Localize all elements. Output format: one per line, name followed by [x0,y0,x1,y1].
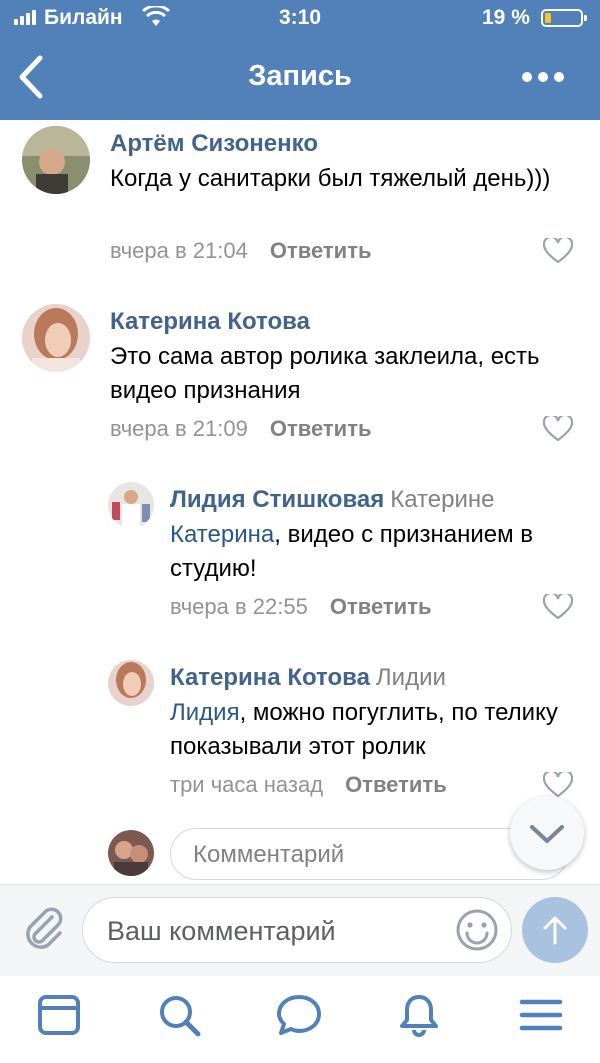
avatar[interactable] [108,660,154,706]
comment-text: Когда у санитарки был тяжелый день))) [110,165,551,192]
battery-percent: 19 % [482,6,530,29]
reply-to-label[interactable]: Лидии [376,664,446,691]
comment-time: вчера в 21:04 [110,238,248,263]
heart-icon[interactable] [543,416,573,442]
status-bar: Билайн 3:10 19 % [0,0,600,38]
reply-button[interactable]: Ответить [330,594,432,619]
my-avatar [108,830,154,876]
avatar[interactable] [108,482,154,528]
header: Билайн 3:10 19 % Запись [0,0,600,120]
comment-input-placeholder: Ваш комментарий [107,916,336,946]
comment-text: Катерина, видео с признанием в студию! [170,518,580,586]
comment-author: Лидия Стишковая Катерине [170,486,494,514]
heart-icon[interactable] [543,594,573,620]
comment-author[interactable]: Катерина Котова [110,308,310,336]
messages-icon[interactable] [276,992,322,1038]
ellipsis-icon[interactable] [522,62,572,92]
battery-icon [541,9,587,27]
comment-author-name[interactable]: Катерина Котова [170,664,370,691]
comment-time: вчера в 22:55 [170,594,308,619]
heart-icon[interactable] [543,772,573,798]
notifications-icon[interactable] [396,992,442,1038]
reply-button[interactable]: Ответить [270,416,372,441]
comment-meta: вчера в 21:09 Ответить [110,416,372,442]
comment: Катерина Котова Это сама автор ролика за… [0,296,600,466]
tab-bar [0,976,600,1063]
smiley-icon[interactable] [455,908,499,952]
comment-author: Катерина Котова Лидии [170,664,446,692]
news-icon[interactable] [36,992,82,1038]
paperclip-icon[interactable] [22,905,66,953]
page-title: Запись [248,60,352,92]
comment-meta: вчера в 21:04 Ответить [110,238,372,264]
reply-button[interactable]: Ответить [345,772,447,797]
inline-comment-field[interactable]: Комментарий [170,828,568,880]
mention-link[interactable]: Лидия [170,699,240,726]
comment-author[interactable]: Артём Сизоненко [110,130,318,158]
comment-time: три часа назад [170,772,324,797]
menu-icon[interactable] [518,992,564,1038]
comment-time: вчера в 21:09 [110,416,248,441]
send-button[interactable] [522,897,588,963]
comment-meta: три часа назад Ответить [170,772,447,798]
comment-meta: вчера в 22:55 Ответить [170,594,432,620]
comment-input-bar: Ваш комментарий [0,884,600,977]
nav-bar: Запись [0,38,600,120]
comment-text: Лидия, можно погуглить, по телику показы… [170,696,585,764]
avatar[interactable] [22,126,90,194]
search-icon[interactable] [156,992,202,1038]
reply-to-label[interactable]: Катерине [390,486,494,513]
scroll-down-button[interactable] [510,796,584,870]
heart-icon[interactable] [543,238,573,264]
comments-feed[interactable]: Артём Сизоненко Когда у санитарки был тя… [0,120,600,884]
comment-input[interactable]: Ваш комментарий [82,897,512,963]
arrow-up-icon [543,916,567,945]
mention-link[interactable]: Катерина [170,521,274,548]
reply-button[interactable]: Ответить [270,238,372,263]
chevron-down-icon [530,825,564,843]
comment-author-name[interactable]: Лидия Стишковая [170,486,384,513]
avatar[interactable] [22,304,90,372]
comment-reply: Лидия Стишковая Катерине Катерина, видео … [0,474,600,644]
comment: Артём Сизоненко Когда у санитарки был тя… [0,120,600,290]
comment-text: Это сама автор ролика заклеила, есть вид… [110,343,540,404]
